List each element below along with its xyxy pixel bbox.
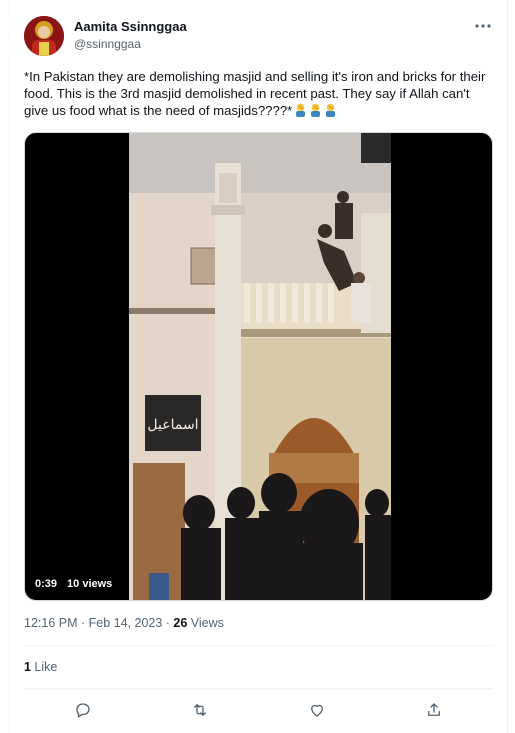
shop-sign-text: اسماعیل	[147, 417, 198, 433]
man-facepalming-emoji	[296, 103, 306, 117]
divider	[24, 645, 493, 646]
likes-stat[interactable]: 1 Like	[24, 660, 57, 674]
avatar[interactable]	[24, 16, 64, 56]
retweet-button[interactable]	[186, 696, 214, 724]
divider	[24, 688, 493, 689]
more-options-icon[interactable]	[473, 16, 493, 36]
video-meta: 0:39 10 views	[35, 578, 112, 590]
likes-count: 1	[24, 660, 31, 674]
video-frame[interactable]: اسماعیل	[129, 133, 391, 600]
tweet-time[interactable]: 12:16 PM	[24, 616, 78, 630]
emoji-group	[292, 103, 337, 118]
heart-icon	[311, 704, 324, 717]
video-duration: 0:39	[35, 578, 58, 590]
likes-label: Like	[30, 660, 58, 674]
reply-button[interactable]	[69, 696, 97, 724]
views-label: Views	[187, 616, 224, 630]
meta-separator: ·	[77, 616, 89, 630]
tweet-header: Aamita Ssinnggaa @ssinnggaa	[24, 14, 493, 62]
tweet-text: *In Pakistan they are demolishing masjid…	[24, 68, 492, 119]
like-button[interactable]	[303, 696, 331, 724]
retweet-icon	[193, 704, 206, 716]
views-count: 26	[173, 616, 188, 630]
reply-icon	[75, 703, 90, 718]
tweet-body: *In Pakistan they are demolishing masjid…	[24, 69, 490, 118]
video-still-image: اسماعیل	[129, 133, 391, 600]
man-facepalming-emoji	[326, 103, 336, 117]
share-icon	[428, 703, 441, 716]
tweet-card: Aamita Ssinnggaa @ssinnggaa *In Pakistan…	[9, 0, 508, 733]
video-views: 10 views	[67, 578, 113, 590]
share-button[interactable]	[420, 696, 448, 724]
author-handle[interactable]: @ssinnggaa	[74, 36, 187, 53]
tweet-date[interactable]: Feb 14, 2023	[89, 616, 163, 630]
meta-separator-2: ·	[162, 616, 174, 630]
video-player[interactable]: اسماعیل 0:39 10 views	[24, 132, 493, 601]
tweet-meta: 12:16 PM · Feb 14, 2023 · 26 Views	[24, 616, 224, 630]
action-bar	[24, 696, 493, 724]
man-facepalming-emoji	[311, 103, 321, 117]
author-names: Aamita Ssinnggaa @ssinnggaa	[74, 18, 187, 53]
author-display-name[interactable]: Aamita Ssinnggaa	[74, 18, 187, 36]
